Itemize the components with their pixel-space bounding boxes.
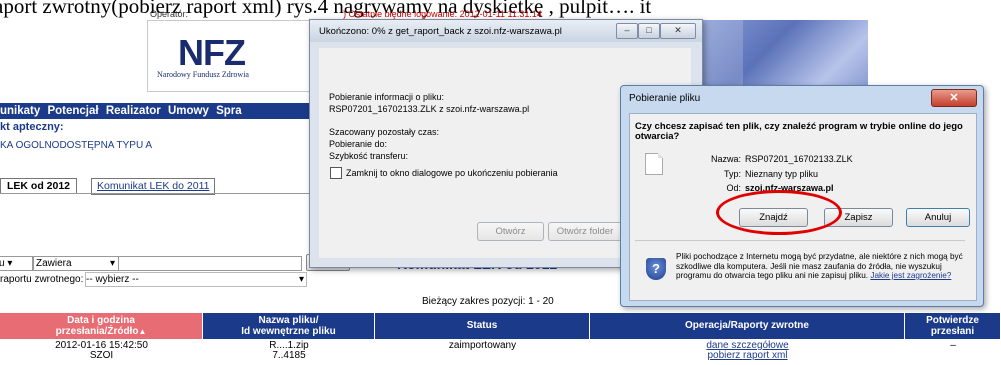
report-type-label: raportu zwrotnego:	[0, 274, 84, 285]
nfz-logo: NFZ	[178, 32, 246, 73]
last-login-text: ) Ostatnie błędne logowanie: 2012-01-11 …	[343, 9, 542, 19]
menu-item-realizator[interactable]: Realizator	[106, 105, 161, 117]
filter-text-input[interactable]	[118, 256, 302, 271]
maximize-icon[interactable]: □	[638, 23, 660, 39]
filter-field-select[interactable]: u ▾	[0, 256, 33, 271]
cell-date: 2012-01-16 15:42:50 SZOI	[55, 340, 148, 361]
column-header-status[interactable]: Status	[375, 313, 590, 339]
name-value: RSP07201_16702133.ZLK	[745, 154, 853, 164]
cell-filename: R....1.zip 7..4185	[269, 340, 309, 361]
from-label: Od:	[726, 183, 741, 193]
cell-operations: dane szczegółowe pobierz raport xml	[590, 341, 905, 361]
column-header-operation[interactable]: Operacja/Raporty zwrotne	[590, 313, 905, 339]
risk-link[interactable]: Jakie jest zagrożenie?	[870, 271, 951, 280]
dialog-title: Ukończono: 0% z get_raport_back z szoi.n…	[319, 26, 562, 37]
operator-line: Operator: ) Ostatnie błędne logowanie: 2…	[150, 9, 542, 19]
open-button[interactable]: Otwórz	[477, 222, 544, 241]
pharmacy-name: KA OGOLNODOSTĘPNA TYPU A	[0, 140, 153, 151]
column-header-confirmation[interactable]: Potwierdze przesłani	[905, 313, 1001, 339]
results-table: Data i godzina przesłania/Źródło▲ Nazwa …	[0, 313, 1001, 361]
target-label: Pobieranie do:	[329, 139, 388, 149]
close-after-checkbox[interactable]	[330, 167, 342, 179]
nfz-logo-subtitle: Narodowy Fundusz Zdrowia	[157, 70, 249, 79]
chevron-down-icon: ▾	[109, 258, 115, 269]
minimize-icon[interactable]: –	[616, 23, 638, 39]
annotation-circle	[716, 190, 842, 235]
speed-label: Szybkość transferu:	[329, 151, 409, 161]
type-label: Typ:	[723, 169, 741, 179]
cancel-button[interactable]: Anuluj	[906, 208, 970, 227]
dialog-title: Pobieranie pliku	[629, 93, 701, 104]
tab-lek-2012[interactable]: LEK od 2012	[0, 178, 78, 194]
column-header-filename[interactable]: Nazwa pliku/ Id wewnętrzne pliku	[203, 313, 375, 339]
dialog-question: Czy chcesz zapisać ten plik, czy znaleźć…	[635, 121, 963, 142]
menu-item-umowy[interactable]: Umowy	[168, 105, 209, 117]
file-icon	[645, 153, 663, 175]
name-label: Nazwa:	[710, 154, 741, 164]
info-value: RSP07201_16702133.ZLK z szoi.nfz-warszaw…	[329, 104, 530, 114]
filter-operator-select[interactable]: Zawiera ▾	[33, 256, 119, 271]
chevron-down-icon: ▾	[298, 274, 304, 285]
report-type-select[interactable]: -- wybierz -- ▾	[85, 272, 307, 287]
divider	[635, 240, 965, 241]
close-after-label: Zamknij to okno dialogowe po ukończeniu …	[346, 168, 558, 178]
sort-asc-icon: ▲	[138, 327, 147, 336]
close-icon[interactable]: ✕	[660, 23, 696, 39]
range-text: Bieżący zakres pozycji: 1 - 20	[422, 296, 554, 307]
operator-label: Operator:	[150, 9, 189, 19]
close-icon[interactable]: ✕	[931, 89, 977, 107]
warning-text: Pliki pochodzące z Internetu mogą być pr…	[676, 252, 963, 280]
menu-item-komunikaty[interactable]: unikaty	[0, 105, 40, 117]
download-xml-link[interactable]: pobierz raport xml	[590, 351, 905, 361]
cell-status: zaimportowany	[448, 340, 517, 351]
info-label: Pobieranie informacji o pliku:	[329, 92, 445, 102]
type-value: Nieznany typ pliku	[745, 169, 819, 179]
column-header-date[interactable]: Data i godzina przesłania/Źródło▲	[0, 313, 203, 339]
time-label: Szacowany pozostały czas:	[329, 127, 440, 137]
menu-item-potencjal[interactable]: Potencjał	[47, 105, 98, 117]
shield-icon: ?	[646, 258, 666, 280]
pharmacy-label: kt apteczny:	[0, 121, 64, 133]
cell-confirmation: –	[950, 340, 956, 351]
open-folder-button[interactable]: Otwórz folder	[548, 222, 622, 241]
menu-item-sprawozdawczosc[interactable]: Spra	[216, 105, 242, 117]
